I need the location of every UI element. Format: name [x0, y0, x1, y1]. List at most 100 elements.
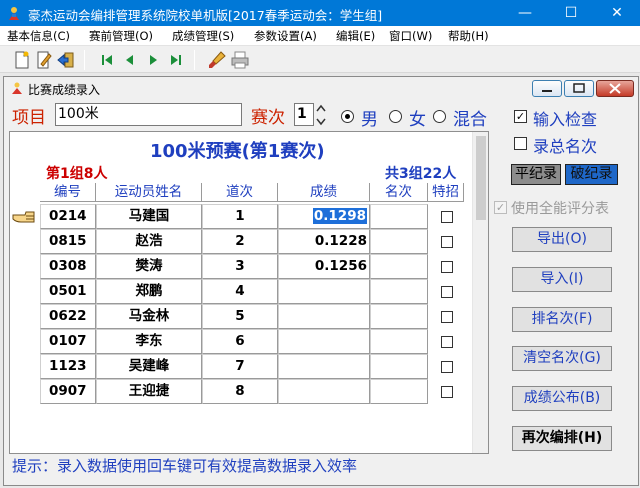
scrollbar-thumb[interactable] — [476, 136, 486, 220]
publish-results-button[interactable]: 成绩公布(B) — [512, 386, 612, 411]
results-scrollbar[interactable] — [472, 132, 488, 453]
hint-text: 提示：录入数据使用回车键可有效提高数据录入效率 — [12, 457, 358, 475]
menu-help[interactable]: 帮助(H) — [448, 28, 489, 44]
number-cell[interactable]: 0815 — [40, 229, 96, 254]
number-cell[interactable]: 0907 — [40, 379, 96, 404]
score-cell[interactable] — [278, 379, 370, 404]
round-input[interactable]: 1 — [294, 103, 314, 126]
number-cell[interactable]: 0107 — [40, 329, 96, 354]
rank-cell[interactable] — [370, 254, 428, 279]
rank-cell[interactable] — [370, 204, 428, 229]
lane-cell[interactable]: 8 — [202, 379, 278, 404]
break-record-badge[interactable]: 破纪录 — [565, 164, 618, 185]
athlete-name-cell[interactable]: 郑鹏 — [96, 279, 202, 304]
last-record-icon[interactable] — [166, 50, 186, 70]
rank-cell[interactable] — [370, 304, 428, 329]
edit-icon[interactable] — [34, 50, 54, 70]
maximize-button[interactable]: ☐ — [548, 0, 594, 26]
child-minimize-button[interactable] — [532, 80, 562, 97]
selected-score-text: 0.1298 — [312, 208, 367, 224]
record-rank-label: 录总名次 — [533, 137, 598, 156]
event-input[interactable]: 100米 — [55, 103, 242, 126]
menu-window[interactable]: 窗口(W) — [389, 28, 432, 44]
gender-male-radio[interactable] — [341, 110, 354, 123]
score-cell[interactable]: 0.1228 — [278, 229, 370, 254]
lane-cell[interactable]: 7 — [202, 354, 278, 379]
menu-settings[interactable]: 参数设置(A) — [254, 28, 317, 44]
menu-basic-info[interactable]: 基本信息(C) — [7, 28, 70, 44]
number-cell[interactable]: 0308 — [40, 254, 96, 279]
score-cell[interactable]: 0.1256 — [278, 254, 370, 279]
col-header-score: 成绩 — [278, 183, 370, 202]
number-cell[interactable]: 0214 — [40, 204, 96, 229]
score-cell[interactable] — [278, 279, 370, 304]
child-maximize-button[interactable] — [564, 80, 594, 97]
rank-cell[interactable] — [370, 229, 428, 254]
score-cell[interactable] — [278, 329, 370, 354]
special-checkbox[interactable] — [441, 286, 453, 298]
col-header-special: 特招 — [428, 183, 464, 202]
lane-cell[interactable]: 6 — [202, 329, 278, 354]
athlete-name-cell[interactable]: 李东 — [96, 329, 202, 354]
clear-rank-button[interactable]: 清空名次(G) — [512, 346, 612, 371]
rank-cell[interactable] — [370, 279, 428, 304]
child-close-button[interactable] — [596, 80, 634, 97]
number-cell[interactable]: 0622 — [40, 304, 96, 329]
special-checkbox[interactable] — [441, 236, 453, 248]
athlete-name-cell[interactable]: 樊涛 — [96, 254, 202, 279]
athlete-name-cell[interactable]: 赵浩 — [96, 229, 202, 254]
minimize-button[interactable]: — — [502, 0, 548, 26]
special-checkbox[interactable] — [441, 336, 453, 348]
title-bar[interactable]: 豪杰运动会编排管理系统院校单机版[2017春季运动会：学生组] — ☐ ✕ — [0, 0, 640, 26]
rank-button[interactable]: 排名次(F) — [512, 307, 612, 332]
next-record-icon[interactable] — [143, 50, 163, 70]
rearrange-button[interactable]: 再次编排(H) — [512, 426, 612, 451]
menu-results[interactable]: 成绩管理(S) — [172, 28, 234, 44]
gender-mixed-radio[interactable] — [433, 110, 446, 123]
athlete-name-cell[interactable]: 马金林 — [96, 304, 202, 329]
brush-icon[interactable] — [207, 50, 227, 70]
exit-icon[interactable] — [56, 50, 76, 70]
special-checkbox[interactable] — [441, 311, 453, 323]
lane-cell[interactable]: 2 — [202, 229, 278, 254]
athlete-name-cell[interactable]: 马建国 — [96, 204, 202, 229]
new-icon[interactable] — [12, 50, 32, 70]
record-rank-checkbox[interactable] — [514, 137, 527, 150]
lane-cell[interactable]: 1 — [202, 204, 278, 229]
score-cell[interactable]: 0.1298 — [278, 204, 370, 229]
close-button[interactable]: ✕ — [594, 0, 640, 26]
athlete-name-cell[interactable]: 王迎捷 — [96, 379, 202, 404]
all-round-checkbox[interactable]: ✓ — [494, 201, 507, 214]
export-button[interactable]: 导出(O) — [512, 227, 612, 252]
athlete-name-cell[interactable]: 吴建峰 — [96, 354, 202, 379]
round-spinner[interactable] — [315, 102, 327, 128]
lane-cell[interactable]: 5 — [202, 304, 278, 329]
child-title-bar[interactable]: 比赛成绩录入 — [4, 77, 638, 99]
results-heading: 100米预赛(第1赛次) — [150, 141, 325, 162]
all-round-label: 使用全能评分表 — [511, 201, 609, 217]
special-checkbox[interactable] — [441, 261, 453, 273]
special-checkbox[interactable] — [441, 361, 453, 373]
rank-cell[interactable] — [370, 354, 428, 379]
prev-record-icon[interactable] — [120, 50, 140, 70]
rank-cell[interactable] — [370, 329, 428, 354]
gender-female-radio[interactable] — [389, 110, 402, 123]
menu-pre-match[interactable]: 赛前管理(O) — [89, 28, 153, 44]
special-checkbox[interactable] — [441, 386, 453, 398]
score-cell[interactable] — [278, 304, 370, 329]
first-record-icon[interactable] — [97, 50, 117, 70]
lane-cell[interactable]: 4 — [202, 279, 278, 304]
tie-record-badge[interactable]: 平纪录 — [511, 164, 561, 185]
gender-male-label: 男 — [361, 110, 378, 130]
input-check-checkbox[interactable]: ✓ — [514, 110, 527, 123]
menu-edit[interactable]: 编辑(E) — [336, 28, 375, 44]
lane-cell[interactable]: 3 — [202, 254, 278, 279]
number-cell[interactable]: 1123 — [40, 354, 96, 379]
import-button[interactable]: 导入(I) — [512, 267, 612, 292]
print-icon[interactable] — [230, 50, 250, 70]
score-cell[interactable] — [278, 354, 370, 379]
rank-cell[interactable] — [370, 379, 428, 404]
group-label: 第1组8人 — [46, 166, 108, 182]
number-cell[interactable]: 0501 — [40, 279, 96, 304]
special-checkbox[interactable] — [441, 211, 453, 223]
